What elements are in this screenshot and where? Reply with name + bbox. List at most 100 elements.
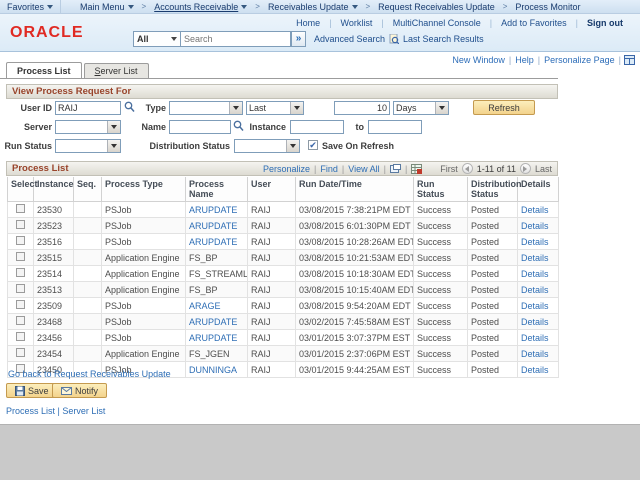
search-scope-dropdown[interactable]: All [133, 31, 181, 47]
tab-server-list[interactable]: Server List [84, 63, 149, 78]
details-link[interactable]: Details [521, 317, 549, 327]
multichannel-console-link[interactable]: MultiChannel Console [384, 18, 490, 28]
save-button[interactable]: Save [6, 383, 58, 398]
details-link[interactable]: Details [521, 253, 549, 263]
type-dropdown[interactable] [169, 101, 243, 115]
process-type-cell: PSJob [102, 298, 186, 314]
user-cell: RAIJ [248, 282, 296, 298]
run-status-cell: Success [414, 218, 468, 234]
run-datetime-cell: 03/01/2015 9:44:25AM EST [296, 362, 414, 378]
chevron-down-icon [233, 106, 239, 110]
row-select-checkbox[interactable] [16, 268, 25, 277]
row-select-checkbox[interactable] [16, 332, 25, 341]
user-cell: RAIJ [248, 218, 296, 234]
distribution-status-cell: Posted [468, 250, 518, 266]
row-select-checkbox[interactable] [16, 300, 25, 309]
sign-out-link[interactable]: Sign out [578, 18, 632, 28]
row-select-checkbox[interactable] [16, 316, 25, 325]
run-status-cell: Success [414, 234, 468, 250]
notify-button[interactable]: Notify [52, 383, 107, 398]
days-unit-dropdown[interactable]: Days [393, 101, 449, 115]
run-status-label: Run Status [0, 141, 52, 151]
row-select-checkbox[interactable] [16, 220, 25, 229]
breadcrumb-item-receivables-update[interactable]: Receivables Update [261, 0, 365, 14]
run-datetime-cell: 03/08/2015 10:18:30AM EDT [296, 266, 414, 282]
process-name-cell[interactable]: ARUPDATE [186, 314, 248, 330]
to-label: to [350, 122, 364, 132]
details-link[interactable]: Details [521, 269, 549, 279]
name-input[interactable] [169, 120, 231, 134]
page-grid-icon[interactable] [624, 55, 635, 65]
row-select-checkbox[interactable] [16, 252, 25, 261]
chevron-down-icon [111, 144, 117, 148]
row-select-checkbox[interactable] [16, 236, 25, 245]
tab-process-list[interactable]: Process List [6, 62, 82, 78]
seq-cell [74, 266, 102, 282]
distribution-status-cell: Posted [468, 282, 518, 298]
run-status-cell: Success [414, 362, 468, 378]
worklist-link[interactable]: Worklist [332, 18, 382, 28]
row-select-checkbox[interactable] [16, 284, 25, 293]
process-name-cell[interactable]: ARUPDATE [186, 202, 248, 218]
details-link[interactable]: Details [521, 333, 549, 343]
process-type-cell: Application Engine [102, 282, 186, 298]
advanced-search-link[interactable]: Advanced Search [314, 34, 385, 44]
last-dropdown[interactable]: Last [246, 101, 304, 115]
details-link[interactable]: Details [521, 301, 549, 311]
go-back-link[interactable]: Go back to Request Receivables Update [8, 369, 171, 379]
row-select-checkbox[interactable] [16, 348, 25, 357]
user-cell: RAIJ [248, 330, 296, 346]
process-name-cell[interactable]: ARUPDATE [186, 330, 248, 346]
process-name-cell[interactable]: DUNNINGA [186, 362, 248, 378]
process-name-cell: FS_STREAMLN [186, 266, 248, 282]
breadcrumb-item-accounts-receivable[interactable]: Accounts Receivable [147, 0, 254, 14]
instance-to-input[interactable] [368, 120, 422, 134]
distribution-status-cell: Posted [468, 362, 518, 378]
refresh-button[interactable]: Refresh [473, 100, 535, 115]
process-type-cell: PSJob [102, 202, 186, 218]
instance-from-input[interactable] [290, 120, 344, 134]
main-menu[interactable]: Main Menu [73, 0, 141, 14]
zoom-grid-icon[interactable] [390, 164, 401, 173]
name-lookup-icon[interactable] [233, 120, 244, 132]
distribution-status-cell: Posted [468, 298, 518, 314]
groupbox-title: View Process Request For [12, 86, 131, 97]
run-datetime-cell: 03/08/2015 10:21:53AM EDT [296, 250, 414, 266]
details-link[interactable]: Details [521, 365, 549, 375]
find-link[interactable]: Find [320, 164, 338, 174]
breadcrumb-item-request-receivables-update[interactable]: Request Receivables Update [371, 0, 502, 14]
row-select-checkbox[interactable] [16, 204, 25, 213]
process-name-cell[interactable]: ARAGE [186, 298, 248, 314]
process-name-cell[interactable]: ARUPDATE [186, 234, 248, 250]
favorites-menu[interactable]: Favorites [0, 0, 61, 14]
chevron-down-icon [294, 106, 300, 110]
last-search-results-link[interactable]: Last Search Results [403, 34, 484, 44]
details-link[interactable]: Details [521, 221, 549, 231]
days-count-input[interactable] [334, 101, 390, 115]
run-status-cell: Success [414, 282, 468, 298]
distribution-status-dropdown[interactable] [234, 139, 300, 153]
process-name-cell[interactable]: ARUPDATE [186, 218, 248, 234]
bottom-process-list-link[interactable]: Process List [6, 406, 55, 416]
pager-previous-button[interactable] [462, 163, 473, 174]
search-go-button[interactable]: » [291, 31, 306, 47]
user-id-input[interactable] [55, 101, 121, 115]
col-user: User [248, 177, 296, 202]
search-input[interactable] [181, 31, 291, 47]
save-on-refresh-checkbox[interactable]: ✔ [308, 140, 318, 150]
personalize-link[interactable]: Personalize [263, 164, 310, 174]
add-to-favorites-link[interactable]: Add to Favorites [492, 18, 576, 28]
bottom-server-list-link[interactable]: Server List [62, 406, 105, 416]
process-type-cell: PSJob [102, 330, 186, 346]
download-spreadsheet-icon[interactable] [411, 164, 422, 174]
pager-next-button[interactable] [520, 163, 531, 174]
details-link[interactable]: Details [521, 285, 549, 295]
details-link[interactable]: Details [521, 205, 549, 215]
view-all-link[interactable]: View All [348, 164, 379, 174]
home-link[interactable]: Home [287, 18, 329, 28]
details-link[interactable]: Details [521, 237, 549, 247]
server-dropdown[interactable] [55, 120, 121, 134]
breadcrumb-item-process-monitor[interactable]: Process Monitor [508, 0, 587, 14]
details-link[interactable]: Details [521, 349, 549, 359]
run-status-dropdown[interactable] [55, 139, 121, 153]
